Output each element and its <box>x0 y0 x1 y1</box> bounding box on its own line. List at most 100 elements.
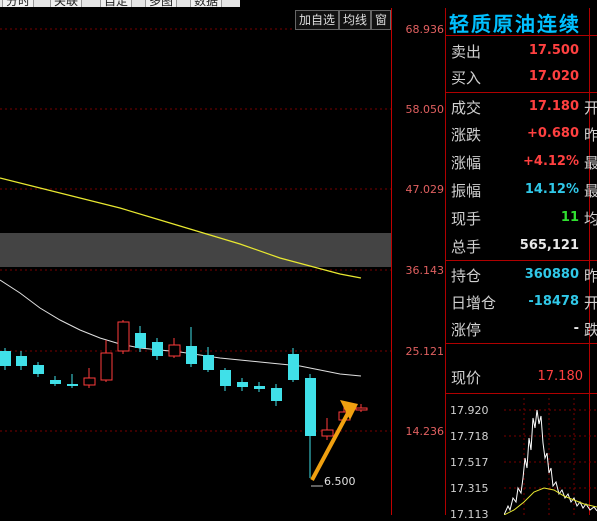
candle-body[interactable] <box>186 346 197 364</box>
candle-body[interactable] <box>135 333 146 348</box>
quote-row-volume: 总手 565,121 <box>446 233 597 259</box>
mini-average-line <box>504 487 597 515</box>
candle-body[interactable] <box>220 370 231 386</box>
quote-label: 卖出 <box>451 43 482 61</box>
quote-label: 涨幅 <box>451 154 482 172</box>
quote-value: +0.680 <box>526 126 579 141</box>
quote-cut-label: 开 <box>584 294 597 312</box>
current-price-row: 现价 17.180 <box>446 364 597 390</box>
quote-label: 总手 <box>451 238 482 256</box>
quote-row-current-hand: 现手 11 均 <box>446 205 597 231</box>
quote-value: +4.12% <box>523 154 579 169</box>
candle-body[interactable] <box>203 355 214 370</box>
quote-label: 振幅 <box>451 182 482 200</box>
candle-body[interactable] <box>117 321 130 352</box>
quote-value: 360880 <box>524 267 579 282</box>
quote-label: 涨跌 <box>451 126 482 144</box>
candle-body[interactable] <box>100 352 113 381</box>
current-price-label: 现价 <box>451 369 482 387</box>
mini-chart-label: 17.315 <box>450 482 489 495</box>
mini-chart-svg <box>504 398 597 515</box>
mini-chart-label: 17.920 <box>450 404 489 417</box>
tab-data[interactable]: 数据 <box>190 0 223 7</box>
candle-body[interactable] <box>50 380 61 384</box>
candle-body[interactable] <box>0 351 11 366</box>
quote-label: 买入 <box>451 69 482 87</box>
candle-body[interactable] <box>305 378 316 436</box>
quote-row-open-interest: 持仓 360880 昨 <box>446 262 597 288</box>
annotation-arrow <box>310 400 358 481</box>
tab-timeshare[interactable]: 分时 <box>2 0 35 7</box>
quote-label: 现手 <box>451 210 482 228</box>
candle-body[interactable] <box>271 388 282 401</box>
window-button[interactable]: 窗 <box>370 10 391 30</box>
quote-label: 日增仓 <box>451 294 497 312</box>
quote-row-daily-change-oi: 日增仓 -18478 开 <box>446 289 597 315</box>
candle-body[interactable] <box>152 342 163 356</box>
add-to-watchlist-button[interactable]: 加自选 <box>294 10 339 30</box>
y-axis-label: 14.236 <box>405 425 445 438</box>
quote-row-ask: 卖出 17.500 <box>446 38 597 64</box>
y-axis-label: 47.029 <box>405 183 445 196</box>
quote-cut-label: 均 <box>584 210 597 228</box>
quote-panel: 卖出 17.500 买入 17.020 成交 17.180 开 涨跌 +0.68… <box>446 8 597 521</box>
candle-body[interactable] <box>83 377 96 386</box>
candle-body[interactable] <box>288 354 299 380</box>
candle-body[interactable] <box>355 407 368 411</box>
quote-value: -18478 <box>528 294 579 309</box>
quote-row-change-pct: 涨幅 +4.12% 最 <box>446 149 597 175</box>
panel-divider <box>446 343 597 344</box>
ma-short-line <box>0 279 362 377</box>
candles-group <box>0 320 368 478</box>
mini-chart-label: 17.718 <box>450 430 489 443</box>
y-axis-label: 25.121 <box>405 345 445 358</box>
mini-chart-grid <box>504 398 597 515</box>
quote-value: 565,121 <box>519 238 579 253</box>
panel-divider <box>446 260 597 261</box>
y-axis-label: 58.050 <box>405 103 445 116</box>
quote-value: 14.12% <box>524 182 579 197</box>
tab-custom[interactable]: 自定 <box>100 0 133 7</box>
candle-body[interactable] <box>321 429 334 437</box>
quote-cut-label: 最 <box>584 182 597 200</box>
quote-row-amplitude: 振幅 14.12% 最 <box>446 177 597 203</box>
current-price-value: 17.180 <box>537 369 584 384</box>
kline-chart-svg <box>0 28 391 487</box>
quote-cut-label: 昨 <box>584 267 597 285</box>
candle-body[interactable] <box>16 356 27 366</box>
mini-chart-label: 17.517 <box>450 456 489 469</box>
panel-divider <box>446 92 597 93</box>
quote-cut-label: 开 <box>584 99 597 117</box>
y-axis-line <box>391 8 392 515</box>
tab-related[interactable]: 关联 <box>50 0 83 7</box>
intraday-mini-chart: 17.920 17.718 17.517 17.315 17.113 <box>446 398 597 521</box>
candle-body[interactable] <box>254 386 265 389</box>
quote-value: 17.020 <box>528 69 579 84</box>
quote-cut-label: 跌 <box>584 321 597 339</box>
y-axis: 68.936 58.050 47.029 36.143 25.121 14.23… <box>391 0 446 515</box>
quote-value: 17.180 <box>528 99 579 114</box>
arrow-shaft <box>310 412 350 481</box>
candle-body[interactable] <box>33 365 44 374</box>
moving-average-button[interactable]: 均线 <box>338 10 371 30</box>
quote-label: 持仓 <box>451 267 482 285</box>
quote-row-last: 成交 17.180 开 <box>446 94 597 120</box>
low-price-label: 6.500 <box>324 475 356 488</box>
quote-value: - <box>573 321 579 336</box>
chart-button-bar: 加自选 均线 窗 <box>294 10 391 30</box>
quote-cut-label: 最 <box>584 154 597 172</box>
quote-row-change: 涨跌 +0.680 昨 <box>446 121 597 147</box>
panel-divider <box>446 393 597 394</box>
y-axis-label: 68.936 <box>405 23 445 36</box>
quote-label: 成交 <box>451 99 482 117</box>
candle-body[interactable] <box>67 384 78 386</box>
quote-value: 11 <box>560 210 579 225</box>
kline-chart-area[interactable] <box>0 8 391 515</box>
grid-lines <box>0 28 391 432</box>
top-menu-strip: 分时 关联 自定 多图 数据 <box>0 0 240 7</box>
quote-cut-label: 昨 <box>584 126 597 144</box>
tab-multi-chart[interactable]: 多图 <box>145 0 178 7</box>
panel-divider <box>446 35 597 36</box>
candle-body[interactable] <box>168 344 181 357</box>
candle-body[interactable] <box>237 382 248 387</box>
